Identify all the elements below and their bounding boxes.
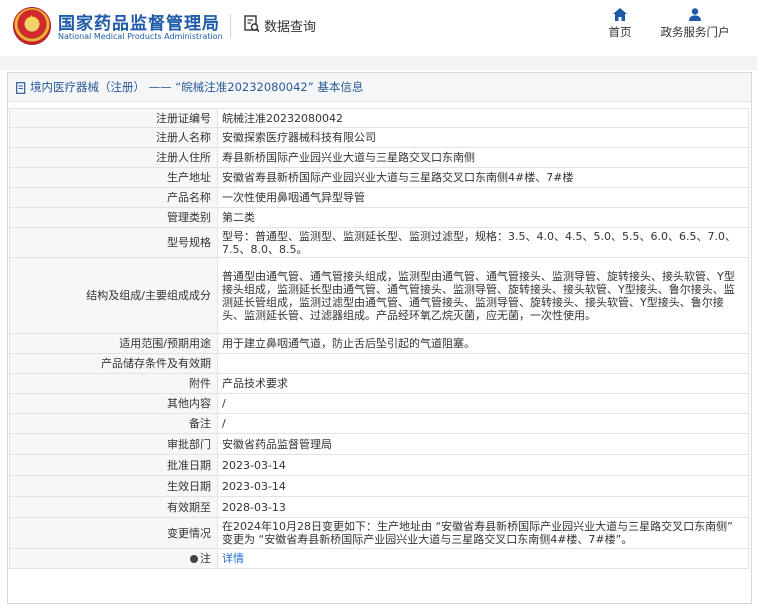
info-table: 注册证编号 皖械注准20232080042 注册人名称 安徽探索医疗器械科技有限公司… xyxy=(9,108,749,569)
field-value: 普通型由通气管、通气管接头组成，监测型由通气管、通气管接头、监测导管、旋转接头、… xyxy=(217,257,749,334)
nav-portal-label: 政务服务门户 xyxy=(660,25,730,39)
table-row: 其他内容 / xyxy=(9,393,749,414)
nav-home-label: 首页 xyxy=(608,25,632,39)
document-icon xyxy=(16,81,26,94)
data-query-icon[interactable] xyxy=(244,15,260,33)
breadcrumb-text: 境内医疗器械（注册） —— “皖械注准20232080042” 基本信息 xyxy=(30,80,364,94)
field-value: 用于建立鼻咽通气道，防止舌后坠引起的气道阻塞。 xyxy=(217,333,749,354)
site-header: ★ 国家药品监督管理局 National Medical Products Ad… xyxy=(0,0,757,56)
field-label: 备注 xyxy=(9,413,218,434)
field-label: 生效日期 xyxy=(9,475,218,497)
table-row: 备注 / xyxy=(9,413,749,434)
table-row: 管理类别 第二类 xyxy=(9,207,749,228)
site-name-en: National Medical Products Administration xyxy=(58,32,223,41)
field-value: 产品技术要求 xyxy=(217,373,749,394)
emblem-logo: ★ xyxy=(13,7,51,45)
table-row: 注册人住所 寿县新桥国际产业园兴业大道与三星路交叉口东南侧 xyxy=(9,147,749,168)
table-row: 型号规格 型号：普通型、监测型、监测延长型、监测过滤型，规格：3.5、4.0、4.… xyxy=(9,227,749,258)
field-label: 其他内容 xyxy=(9,393,218,414)
field-label: 注册人住所 xyxy=(9,147,218,168)
data-query-link[interactable]: 数据查询 xyxy=(264,16,316,35)
field-value xyxy=(217,353,749,374)
header-band xyxy=(0,56,757,70)
field-value: / xyxy=(217,393,749,414)
field-label: 管理类别 xyxy=(9,207,218,228)
field-label: 结构及组成/主要组成成分 xyxy=(9,257,218,334)
note-value: 详情 xyxy=(217,548,749,569)
header-divider xyxy=(230,14,231,38)
field-label: 附件 xyxy=(9,373,218,394)
field-value: / xyxy=(217,413,749,434)
field-label: 批准日期 xyxy=(9,454,218,476)
table-row: 有效期至 2028-03-13 xyxy=(9,496,749,518)
field-label: 审批部门 xyxy=(9,433,218,455)
field-label: 生产地址 xyxy=(9,167,218,188)
field-value: 2023-03-14 xyxy=(217,475,749,497)
field-label: 注册人名称 xyxy=(9,127,218,148)
field-value: 在2024年10月28日变更如下：生产地址由 “安徽省寿县新桥国际产业园兴业大道… xyxy=(217,517,749,549)
details-link[interactable]: 详情 xyxy=(222,552,244,565)
home-icon xyxy=(613,8,627,21)
table-row: 审批部门 安徽省药品监督管理局 xyxy=(9,433,749,455)
lightbulb-icon xyxy=(190,555,198,563)
table-row: 注 详情 xyxy=(9,548,749,569)
field-value: 安徽省药品监督管理局 xyxy=(217,433,749,455)
field-label: 产品储存条件及有效期 xyxy=(9,353,218,374)
field-value: 第二类 xyxy=(217,207,749,228)
table-row: 注册人名称 安徽探索医疗器械科技有限公司 xyxy=(9,127,749,148)
field-value: 2028-03-13 xyxy=(217,496,749,518)
table-row: 变更情况 在2024年10月28日变更如下：生产地址由 “安徽省寿县新桥国际产业园… xyxy=(9,517,749,549)
field-value: 一次性使用鼻咽通气异型导管 xyxy=(217,187,749,208)
field-value: 安徽探索医疗器械科技有限公司 xyxy=(217,127,749,148)
table-row: 附件 产品技术要求 xyxy=(9,373,749,394)
detail-panel: 境内医疗器械（注册） —— “皖械注准20232080042” 基本信息 注册证… xyxy=(7,72,752,604)
nav-portal[interactable]: 政务服务门户 xyxy=(656,8,734,40)
table-row: 生效日期 2023-03-14 xyxy=(9,475,749,497)
breadcrumb: 境内医疗器械（注册） —— “皖械注准20232080042” 基本信息 xyxy=(8,73,751,102)
table-row: 产品储存条件及有效期 xyxy=(9,353,749,374)
field-value: 2023-03-14 xyxy=(217,454,749,476)
table-row: 适用范围/预期用途 用于建立鼻咽通气道，防止舌后坠引起的气道阻塞。 xyxy=(9,333,749,354)
site-name-cn[interactable]: 国家药品监督管理局 xyxy=(58,9,220,34)
user-icon xyxy=(689,8,701,21)
table-row: 注册证编号 皖械注准20232080042 xyxy=(9,108,749,128)
note-label: 注 xyxy=(9,548,218,569)
table-row: 生产地址 安徽省寿县新桥国际产业园兴业大道与三星路交叉口东南侧4#楼、7#楼 xyxy=(9,167,749,188)
nav-home[interactable]: 首页 xyxy=(604,8,636,40)
field-label: 适用范围/预期用途 xyxy=(9,333,218,354)
field-label: 型号规格 xyxy=(9,227,218,258)
table-row: 结构及组成/主要组成成分 普通型由通气管、通气管接头组成，监测型由通气管、通气管接… xyxy=(9,257,749,334)
field-value: 皖械注准20232080042 xyxy=(217,108,749,128)
field-label: 变更情况 xyxy=(9,517,218,549)
note-key: 注 xyxy=(200,552,211,565)
field-value: 安徽省寿县新桥国际产业园兴业大道与三星路交叉口东南侧4#楼、7#楼 xyxy=(217,167,749,188)
field-value: 寿县新桥国际产业园兴业大道与三星路交叉口东南侧 xyxy=(217,147,749,168)
field-value: 型号：普通型、监测型、监测延长型、监测过滤型，规格：3.5、4.0、4.5、5.… xyxy=(217,227,749,258)
field-label: 产品名称 xyxy=(9,187,218,208)
table-row: 批准日期 2023-03-14 xyxy=(9,454,749,476)
field-label: 注册证编号 xyxy=(9,108,218,128)
table-row: 产品名称 一次性使用鼻咽通气异型导管 xyxy=(9,187,749,208)
field-label: 有效期至 xyxy=(9,496,218,518)
